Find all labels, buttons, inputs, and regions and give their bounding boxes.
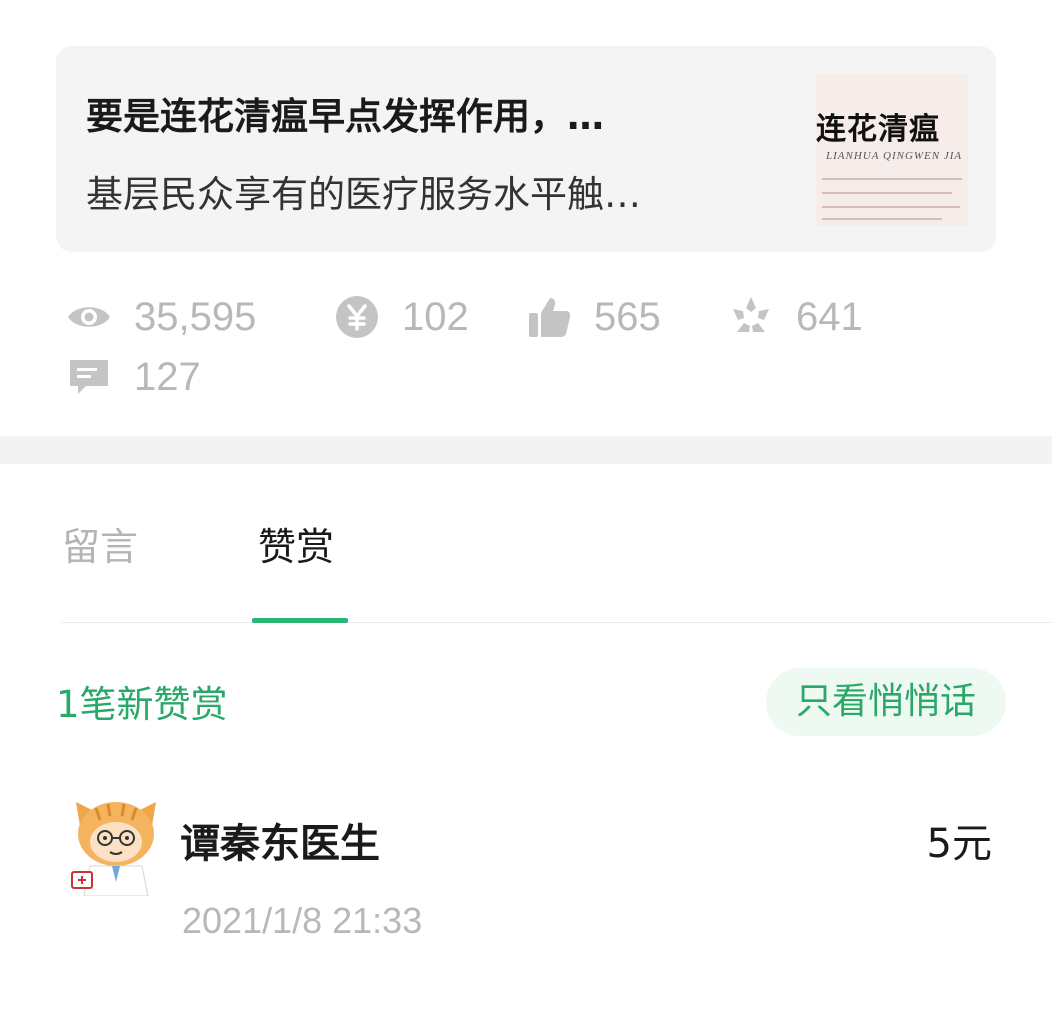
thumbnail-text-line: [822, 218, 942, 220]
thumbs-up-icon: [529, 298, 571, 337]
stat-shares[interactable]: 641: [728, 292, 863, 342]
share-sparkle-icon: [733, 297, 769, 332]
eye-icon: [68, 307, 110, 327]
stat-comments[interactable]: 127: [66, 352, 201, 402]
comments-count: 127: [134, 354, 201, 399]
tab-bar-divider: [62, 622, 1052, 623]
tab-reward[interactable]: 赞赏: [258, 520, 334, 574]
active-tab-indicator: [252, 618, 348, 623]
shares-count: 641: [796, 294, 863, 339]
thumbnail-title: 连花清瘟: [816, 112, 940, 147]
avatar: [71, 802, 156, 896]
article-summary: 基层民众享有的医疗服务水平触…: [86, 173, 641, 216]
yuan-coin-icon: [336, 296, 378, 338]
stat-views: 35,595: [66, 292, 256, 342]
whisper-filter-button[interactable]: 只看悄悄话: [766, 668, 1006, 736]
rewards-count: 102: [402, 294, 469, 339]
reward-count-label: 1笔新赞赏: [56, 683, 228, 726]
article-thumbnail: 连花清瘟 LIANHUA QINGWEN JIA: [816, 74, 968, 226]
stat-likes[interactable]: 565: [526, 292, 661, 342]
article-card[interactable]: 要是连花清瘟早点发挥作用，… 基层民众享有的医疗服务水平触… 连花清瘟 LIAN…: [56, 46, 996, 252]
thumbnail-text-line: [822, 178, 962, 180]
comment-bubble-icon: [70, 360, 108, 394]
section-divider: [0, 436, 1052, 464]
reward-amount: 5元: [926, 821, 992, 867]
likes-count: 565: [594, 294, 661, 339]
stat-rewards: 102: [334, 292, 469, 342]
reward-time: 2021/1/8 21:33: [182, 900, 423, 941]
article-title: 要是连花清瘟早点发挥作用，…: [86, 95, 604, 138]
views-count: 35,595: [134, 294, 257, 339]
thumbnail-text-line: [822, 206, 960, 208]
donor-name: 谭秦东医生: [180, 821, 380, 867]
tab-comments[interactable]: 留言: [62, 520, 138, 574]
thumbnail-text-line: [822, 192, 952, 194]
thumbnail-subtitle: LIANHUA QINGWEN JIA: [826, 150, 963, 162]
